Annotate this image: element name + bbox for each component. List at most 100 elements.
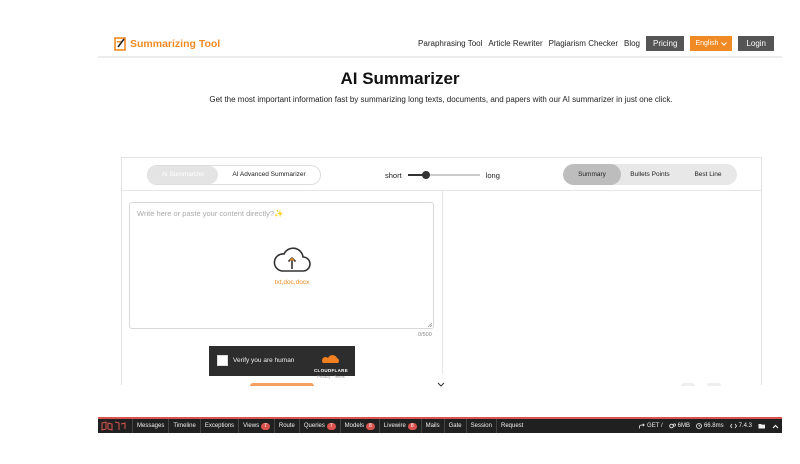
debugbar-count-badge: 7 [326, 422, 336, 430]
debugbar-tab-label: Session [470, 423, 492, 429]
captcha-widget: Verify you are human CLOUDFLARE Privacy … [209, 346, 355, 379]
char-count: 0/500 [418, 332, 432, 338]
tool-toolbar: AI Summarizer AI Advanced Summarizer sho… [122, 158, 761, 191]
request-duration: 66.8ms [693, 423, 727, 429]
cloud-upload-icon [273, 247, 311, 272]
length-short-label: short [385, 170, 402, 180]
debugbar-tab-exceptions[interactable]: Exceptions [199, 419, 238, 433]
debugbar-tab-timeline[interactable]: Timeline [168, 419, 199, 433]
pane-divider [442, 191, 443, 386]
debugbar-tab-label: Livewire [383, 423, 406, 429]
cloudflare-cloud-icon [321, 355, 339, 363]
debugbar-tab-models[interactable]: Models 8 [339, 419, 379, 433]
input-placeholder: Write here or paste your content directl… [137, 209, 284, 218]
login-button[interactable]: Login [738, 36, 774, 51]
summarizer-tool: AI Summarizer AI Advanced Summarizer sho… [121, 157, 762, 387]
debugbar-tab-route[interactable]: Route [273, 419, 299, 433]
cloudflare-name: CLOUDFLARE [314, 368, 348, 373]
mode-toggle: AI Summarizer AI Advanced Summarizer [147, 165, 321, 185]
debugbar-stats: GET / 6MB 66.8ms 7.4.3 [636, 423, 782, 429]
debugbar-tabs: Messages Timeline Exceptions Views 7 Route Que… [132, 419, 527, 433]
upload-file-types: txt,doc,docx [274, 279, 310, 286]
page-subtitle: Get the most important information fast … [209, 95, 673, 104]
expand-toggle[interactable] [432, 374, 450, 387]
debugbar-tab-messages[interactable]: Messages [132, 419, 168, 433]
captcha-label: Verify you are human [233, 357, 295, 364]
output-tabs: Summary Bullets Points Best Line [563, 164, 737, 185]
debugbar-tab-queries[interactable]: Queries 7 [298, 419, 340, 433]
debugbar-count-badge: 7 [261, 422, 270, 430]
debugbar-tab-session[interactable]: Session [465, 419, 496, 433]
main-nav: Paraphrasing Tool Article Rewriter Plagi… [418, 36, 774, 51]
debugbar-tab-request[interactable]: Request [495, 419, 527, 433]
chevron-down-icon [721, 41, 728, 46]
debugbar-logo[interactable] [98, 419, 132, 433]
tab-best-line[interactable]: Best Line [679, 164, 737, 185]
upload-area[interactable]: txt,doc,docx [270, 245, 314, 286]
share-icon [639, 423, 645, 429]
debugbar-tab-gate[interactable]: Gate [443, 419, 466, 433]
slider-thumb[interactable] [421, 171, 430, 179]
duration-text: 66.8ms [703, 423, 724, 429]
debugbar-count-badge: 8 [366, 422, 375, 430]
nav-blog[interactable]: Blog [624, 39, 640, 48]
php-version-text: 7.4.3 [738, 423, 752, 429]
open-folder-button[interactable] [755, 423, 769, 429]
page: Summarizing Tool Paraphrasing Tool Artic… [0, 0, 800, 464]
chevron-up-icon [772, 424, 779, 428]
debugbar-tab-label: Gate [448, 423, 462, 429]
debugbar-tab-label: Request [500, 423, 524, 429]
mode-ai-advanced-summarizer[interactable]: AI Advanced Summarizer [218, 166, 320, 184]
request-method[interactable]: GET / [636, 423, 666, 429]
cloudflare-logo: CLOUDFLARE Privacy · Terms [311, 351, 351, 379]
debugbar-tab-mails[interactable]: Mails [420, 419, 444, 433]
debugbar-tab-label: Messages [137, 423, 165, 429]
captcha-checkbox[interactable] [217, 355, 228, 366]
captcha-links[interactable]: Privacy · Terms [311, 374, 351, 379]
debugbar-tab-label: Views [243, 423, 260, 429]
collapse-debugbar-button[interactable] [769, 424, 782, 429]
tab-bullets-points[interactable]: Bullets Points [621, 164, 679, 185]
php-version: 7.4.3 [727, 423, 755, 429]
nav-article-rewriter[interactable]: Article Rewriter [488, 39, 542, 48]
debugbar-tab-label: Queries [303, 423, 325, 429]
content-input[interactable]: Write here or paste your content directl… [129, 202, 434, 329]
debugbar-tab-label: Models [344, 423, 365, 429]
pricing-button[interactable]: Pricing [646, 36, 685, 51]
site-logo[interactable]: Summarizing Tool [114, 37, 220, 51]
summarize-button[interactable] [250, 383, 314, 386]
nav-plagiarism-checker[interactable]: Plagiarism Checker [549, 39, 618, 48]
debugbar-count-badge: 8 [407, 422, 417, 430]
page-title: AI Summarizer [340, 69, 460, 88]
site-header: Summarizing Tool Paraphrasing Tool Artic… [98, 30, 782, 58]
output-action-button[interactable] [707, 383, 721, 386]
debugbar-tab-livewire[interactable]: Livewire 8 [378, 419, 421, 433]
memory-text: 6MB [677, 423, 690, 429]
cogs-icon [668, 423, 676, 429]
debugbar-tab-label: Exceptions [204, 423, 235, 429]
language-dropdown[interactable]: English [690, 36, 733, 51]
laravel-logo-icon [101, 421, 126, 431]
length-long-label: long [485, 170, 500, 180]
debug-bar: Messages Timeline Exceptions Views 7 Route Que… [98, 417, 782, 433]
resize-handle-icon[interactable] [427, 322, 432, 327]
request-method-text: GET / [647, 423, 663, 429]
output-action-button[interactable] [681, 383, 695, 386]
nav-paraphrasing-tool[interactable]: Paraphrasing Tool [418, 39, 482, 48]
debugbar-tab-label: Route [278, 423, 295, 429]
length-control: short long [385, 170, 500, 180]
debugbar-tab-label: Timeline [173, 423, 196, 429]
chevron-down-icon [437, 382, 445, 387]
memory-usage: 6MB [666, 423, 693, 429]
logo-icon [114, 37, 126, 51]
debugbar-tab-views[interactable]: Views 7 [238, 419, 274, 433]
tab-summary[interactable]: Summary [563, 164, 621, 185]
debugbar-tab-label: Mails [425, 423, 440, 429]
clock-icon [696, 423, 702, 429]
language-label: English [695, 40, 719, 47]
mode-ai-summarizer[interactable]: AI Summarizer [148, 166, 218, 184]
length-slider[interactable] [407, 170, 480, 180]
code-icon [729, 423, 737, 429]
logo-text: Summarizing Tool [130, 38, 221, 50]
folder-open-icon [758, 424, 765, 429]
